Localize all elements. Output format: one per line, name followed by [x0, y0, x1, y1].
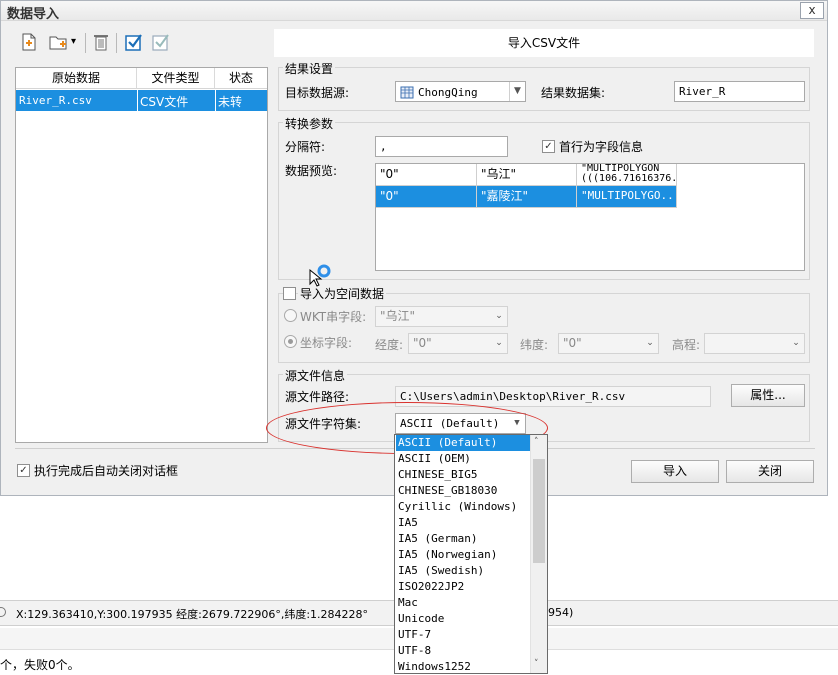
table-row[interactable]: River_R.csv CSV文件 未转 [16, 90, 267, 111]
charset-option[interactable]: CHINESE_BIG5 [396, 467, 530, 483]
charset-option[interactable]: ASCII (OEM) [396, 451, 530, 467]
target-source-select[interactable]: ChongQing ▼ [395, 81, 526, 102]
coordinate-readout-tail: 954) [548, 606, 574, 619]
close-icon[interactable]: x [800, 2, 824, 19]
charset-option[interactable]: UTF-8 [396, 643, 530, 659]
charset-option[interactable]: UTF-7 [396, 627, 530, 643]
separator-label: 分隔符: [285, 140, 326, 154]
chevron-down-icon[interactable]: ⌄ [491, 307, 507, 326]
charset-option[interactable]: IA5 (German) [396, 531, 530, 547]
row-filename: River_R.csv [19, 94, 92, 107]
latitude-label: 纬度: [520, 338, 549, 352]
select-all-icon[interactable] [123, 32, 145, 54]
add-folder-icon[interactable] [47, 32, 69, 54]
cell-divider [215, 90, 216, 111]
chevron-down-icon[interactable]: ⌄ [642, 334, 658, 353]
charset-option[interactable]: Windows1252 [396, 659, 530, 673]
scroll-up-icon[interactable]: ˄ [534, 437, 539, 447]
first-row-header-checkbox[interactable]: ✓ [542, 140, 555, 153]
charset-option[interactable]: CHINESE_GB18030 [396, 483, 530, 499]
longitude-value: "0" [413, 336, 432, 350]
coord-radio[interactable] [284, 335, 297, 348]
close-button[interactable]: 关闭 [726, 460, 814, 483]
scrollbar-thumb[interactable] [533, 459, 545, 563]
separator-input[interactable]: , [375, 136, 508, 157]
invert-select-icon[interactable] [150, 32, 172, 54]
elevation-select[interactable]: ⌄ [704, 333, 805, 354]
charset-option[interactable]: Mac [396, 595, 530, 611]
status-circle-icon [0, 607, 6, 617]
target-source-label: 目标数据源: [285, 86, 350, 100]
wkt-label: WKT串字段: [300, 310, 367, 324]
radio-dot [288, 339, 293, 344]
result-dataset-input[interactable]: River_R [674, 81, 805, 102]
preview-cell-selected[interactable]: "0" [376, 186, 477, 208]
chevron-down-icon[interactable]: ⌄ [788, 334, 804, 353]
result-settings-title: 结果设置 [283, 60, 336, 77]
preview-cell[interactable]: "乌江" [477, 164, 577, 186]
charset-option[interactable]: IA5 [396, 515, 530, 531]
scroll-down-icon[interactable]: ˅ [534, 659, 539, 669]
chevron-down-icon[interactable]: ⌄ [491, 334, 507, 353]
dialog-title: 数据导入 [7, 7, 60, 22]
preview-label: 数据预览: [285, 164, 338, 178]
title-bar: 数据导入 x [1, 1, 827, 22]
first-row-header-label: 首行为字段信息 [559, 140, 644, 154]
data-preview-grid[interactable]: "0" "乌江" "MULTIPOLYGON (((106.71616376..… [375, 163, 805, 271]
wkt-field-select[interactable]: "乌江" ⌄ [375, 306, 508, 327]
row-filetype: CSV文件 [140, 95, 189, 109]
coordinate-readout: X:129.363410,Y:300.197935 经度:2679.722906… [16, 608, 369, 621]
latitude-select[interactable]: "0" ⌄ [558, 333, 659, 354]
result-dataset-label: 结果数据集: [541, 86, 606, 100]
chevron-down-icon[interactable]: ▼ [509, 82, 525, 101]
convert-params-title: 转换参数 [283, 115, 336, 132]
add-file-icon[interactable] [18, 32, 40, 54]
busy-cursor-icon [308, 262, 334, 291]
auto-close-checkbox[interactable]: ✓ [17, 464, 30, 477]
charset-option[interactable]: Cyrillic (Windows) [396, 499, 530, 515]
source-path-label: 源文件路径: [285, 390, 350, 404]
latitude-value: "0" [563, 336, 582, 350]
properties-button[interactable]: 属性... [731, 384, 805, 407]
charset-option-selected[interactable]: ASCII (Default) [396, 435, 530, 451]
chevron-down-icon[interactable]: ▾ [71, 36, 76, 47]
preview-cell-selected[interactable]: "MULTIPOLYGO... [577, 186, 677, 208]
row-status: 未转 [218, 95, 243, 109]
preview-cell-selected[interactable]: "嘉陵江" [477, 186, 577, 208]
wkt-radio[interactable] [284, 309, 297, 322]
panel-header: 导入CSV文件 [274, 29, 814, 57]
column-header-type[interactable]: 文件类型 [137, 68, 215, 89]
import-button[interactable]: 导入 [631, 460, 719, 483]
column-header-source[interactable]: 原始数据 [16, 68, 137, 89]
preview-cell[interactable]: "0" [376, 164, 477, 186]
wkt-field-value: "乌江" [380, 309, 416, 323]
dropdown-scrollbar[interactable]: ˄ ˅ [530, 435, 547, 673]
coord-label: 坐标字段: [300, 336, 353, 350]
charset-option[interactable]: IA5 (Swedish) [396, 563, 530, 579]
charset-option[interactable]: Unicode [396, 611, 530, 627]
import-spatial-checkbox[interactable] [283, 287, 296, 300]
longitude-label: 经度: [375, 338, 404, 352]
toolbar-divider [116, 33, 117, 53]
charset-dropdown-list[interactable]: ASCII (Default) ASCII (OEM) CHINESE_BIG5… [394, 434, 548, 674]
source-info-title: 源文件信息 [283, 367, 348, 384]
auto-close-label: 执行完成后自动关闭对话框 [34, 464, 179, 478]
delete-icon[interactable] [90, 32, 112, 54]
database-icon [400, 85, 414, 105]
elevation-label: 高程: [672, 338, 701, 352]
preview-cell[interactable]: "MULTIPOLYGON (((106.71616376... [577, 164, 677, 186]
output-log-text: 个，失败0个。 [0, 658, 80, 672]
charset-option[interactable]: ISO2022JP2 [396, 579, 530, 595]
target-source-value: ChongQing [418, 86, 478, 99]
charset-option[interactable]: IA5 (Norwegian) [396, 547, 530, 563]
toolbar-divider [85, 33, 86, 53]
longitude-select[interactable]: "0" ⌄ [408, 333, 508, 354]
cell-divider [137, 90, 138, 111]
column-header-status[interactable]: 状态 [215, 68, 267, 89]
source-file-table[interactable]: 原始数据 文件类型 状态 River_R.csv CSV文件 未转 [15, 67, 268, 443]
